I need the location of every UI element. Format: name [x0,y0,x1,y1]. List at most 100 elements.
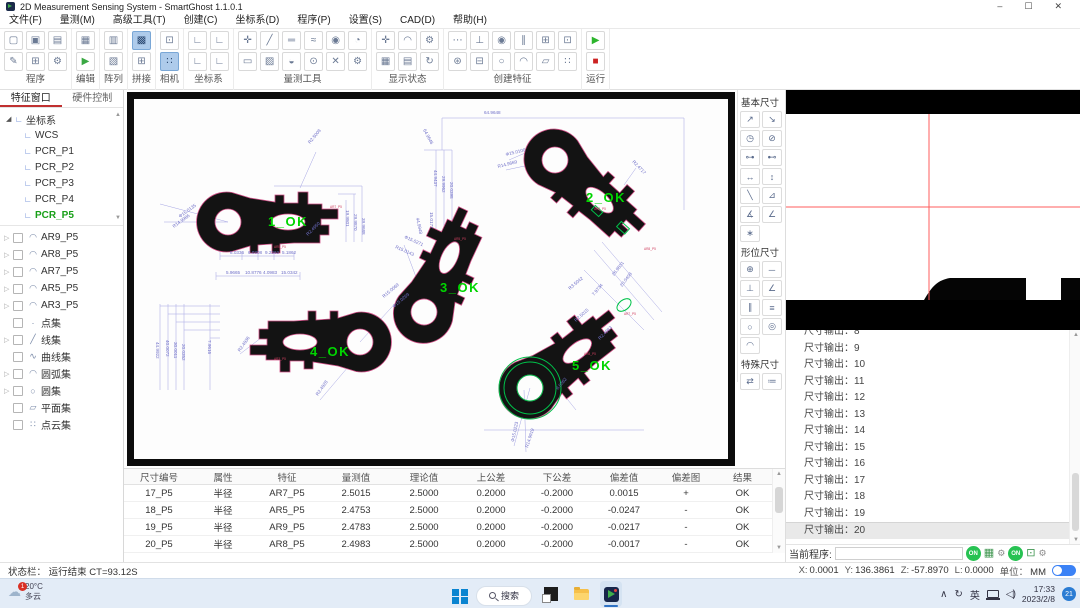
start-button[interactable] [452,589,468,605]
concentricity-icon[interactable]: ◎ [762,318,782,335]
camera-icon[interactable]: ⊡ [1026,546,1035,561]
taskbar-app-paint[interactable] [540,581,562,607]
cad-viewport[interactable]: R2.500844.994819.980129.987039.9688Φ15.0… [124,90,737,468]
dim-list-icon[interactable]: ≔ [762,373,782,390]
angle-3point-icon[interactable]: ∡ [740,206,760,223]
menu-item[interactable]: 文件(F) [0,13,51,29]
expand-icon[interactable]: ▷ [4,234,13,242]
tray-chevron-icon[interactable]: ∧ [940,589,947,600]
circle-radius-icon[interactable]: ◷ [740,130,760,147]
visibility-checkbox[interactable] [13,284,23,294]
menu-item[interactable]: 量测(M) [51,13,104,29]
output-list-item[interactable]: 尺寸输出：19 [786,506,1080,523]
dist-circle-circle-icon[interactable]: ⊷ [762,149,782,166]
dist-circle-line-icon[interactable]: ⊶ [740,149,760,166]
output-list-item[interactable]: 尺寸输出：17 [786,473,1080,490]
feature-set-item[interactable]: ▷ ╱ 线集 [0,331,123,348]
expand-icon[interactable]: ▷ [4,336,13,344]
scroll-up-icon[interactable]: ▲ [776,471,782,477]
table-row[interactable]: 18_P5半径AR5_P52.47532.5000 0.2000-0.2000-… [124,502,785,519]
sidebar-tab[interactable]: 特征窗口 [0,90,62,107]
coordsys-item[interactable]: ∟ PCR_P5 [0,207,123,223]
collapse-icon[interactable]: ◢ [6,115,15,123]
circle-diameter-icon[interactable]: ⊘ [762,130,782,147]
rect-tool-icon[interactable]: ▭ [238,52,257,71]
table-row[interactable]: 20_P5半径AR8_P52.49832.5000 0.2000-0.2000-… [124,536,785,553]
taskbar-search[interactable]: 搜索 [476,586,532,606]
unit-toggle[interactable] [1052,565,1076,576]
create-arc-icon[interactable]: ◠ [514,52,533,71]
array-create-icon[interactable]: ▥ [104,31,123,50]
create-box-icon[interactable]: ⊞ [536,31,555,50]
sidebar-tab[interactable]: 硬件控制 [62,90,124,107]
show-arcs-icon[interactable]: ◠ [398,31,417,50]
parallelism-icon[interactable]: ∥ [740,299,760,316]
coordsys-item[interactable]: ∟ PCR_P3 [0,175,123,191]
scrollbar-thumb[interactable] [775,487,783,513]
coordsys-item[interactable]: ∟ PCR_P2 [0,159,123,175]
menu-item[interactable]: 创建(C) [175,13,227,29]
create-plane-icon[interactable]: ▱ [536,52,555,71]
coordsys-item[interactable]: ∟ WCS [0,127,123,143]
create-star-icon[interactable]: ⊛ [448,52,467,71]
region-tool-icon[interactable]: ▨ [260,52,279,71]
line-tool-icon[interactable]: ╱ [260,31,279,50]
output-list-item[interactable]: 尺寸输出：11 [786,374,1080,391]
feature-set-item[interactable]: ▷ ∿ 曲线集 [0,348,123,365]
width-dim-icon[interactable]: ⇄ [740,373,760,390]
visibility-checkbox[interactable] [13,386,23,396]
expand-icon[interactable]: ▷ [4,251,13,259]
array-clear-icon[interactable]: ▧ [104,52,123,71]
menu-item[interactable]: 帮助(H) [444,13,496,29]
tools-icon[interactable]: ✕ [326,52,345,71]
circle-tool-icon[interactable]: ◉ [326,31,345,50]
construct-dim-icon[interactable]: ∗ [740,225,760,242]
output-list-item[interactable]: 尺寸输出：12 [786,390,1080,407]
expand-icon[interactable]: ▷ [4,302,13,310]
scrollbar-thumb[interactable] [1072,473,1079,531]
arc-tool-icon[interactable]: ◔ [348,31,367,50]
visibility-checkbox[interactable] [13,267,23,277]
create-perp-icon[interactable]: ⊥ [470,31,489,50]
output-list-item[interactable]: 尺寸输出：10 [786,357,1080,374]
expand-icon[interactable]: ▷ [4,285,13,293]
focus-tool-icon[interactable]: ⊙ [304,52,323,71]
scroll-down-icon[interactable]: ▼ [776,545,782,551]
feature-set-item[interactable]: ▷ ◠ AR9_P5 [0,229,123,246]
profile-icon[interactable]: ◠ [740,337,760,354]
position-icon[interactable]: ⊕ [740,261,760,278]
view-3d-icon[interactable]: ↻ [420,52,439,71]
dist-diagonal-icon[interactable]: ╲ [740,187,760,204]
new-program-icon[interactable]: ▢ [4,31,23,50]
scroll-down-icon[interactable]: ▼ [1073,537,1079,543]
angle-line-icon[interactable]: ⊿ [762,187,782,204]
save-program-icon[interactable]: ▤ [48,31,67,50]
ime-indicator[interactable]: 英 [970,587,980,602]
camera-on-toggle[interactable]: ON [1008,546,1023,561]
angularity-icon[interactable]: ∠ [762,280,782,297]
current-program-input[interactable] [835,547,963,560]
step-run-icon[interactable]: ▶ [76,52,95,71]
curve-tool-icon[interactable]: ≈ [304,31,323,50]
maximize-button[interactable]: ☐ [1024,0,1032,13]
create-axis-icon[interactable]: ⊟ [470,52,489,71]
run-icon[interactable]: ▶ [586,31,605,50]
display-on-toggle[interactable]: ON [966,546,981,561]
dist-vertical-icon[interactable]: ↕ [762,168,782,185]
taskbar-clock[interactable]: 17:332023/2/8 [1022,584,1055,604]
visibility-checkbox[interactable] [13,301,23,311]
feature-set-item[interactable]: ▷ ◠ AR5_P5 [0,280,123,297]
output-list-item[interactable]: 尺寸输出：18 [786,489,1080,506]
visibility-checkbox[interactable] [13,403,23,413]
camera-capture-icon[interactable]: ⊡ [160,31,179,50]
output-list-item[interactable]: 尺寸输出：8 [786,330,1080,341]
output-list-item[interactable]: 尺寸输出：20 [786,522,1080,539]
show-image-icon[interactable]: ▦ [376,52,395,71]
menu-item[interactable]: 程序(P) [288,13,339,29]
csys-delete-icon[interactable]: ∟ [210,52,229,71]
scroll-down-icon[interactable]: ▼ [115,215,121,221]
notification-badge[interactable]: 21 [1062,587,1076,601]
menu-item[interactable]: 坐标系(D) [226,13,288,29]
feature-set-item[interactable]: ▷ ◠ AR8_P5 [0,246,123,263]
feature-set-item[interactable]: ▷ ∷ 点云集 [0,416,123,433]
